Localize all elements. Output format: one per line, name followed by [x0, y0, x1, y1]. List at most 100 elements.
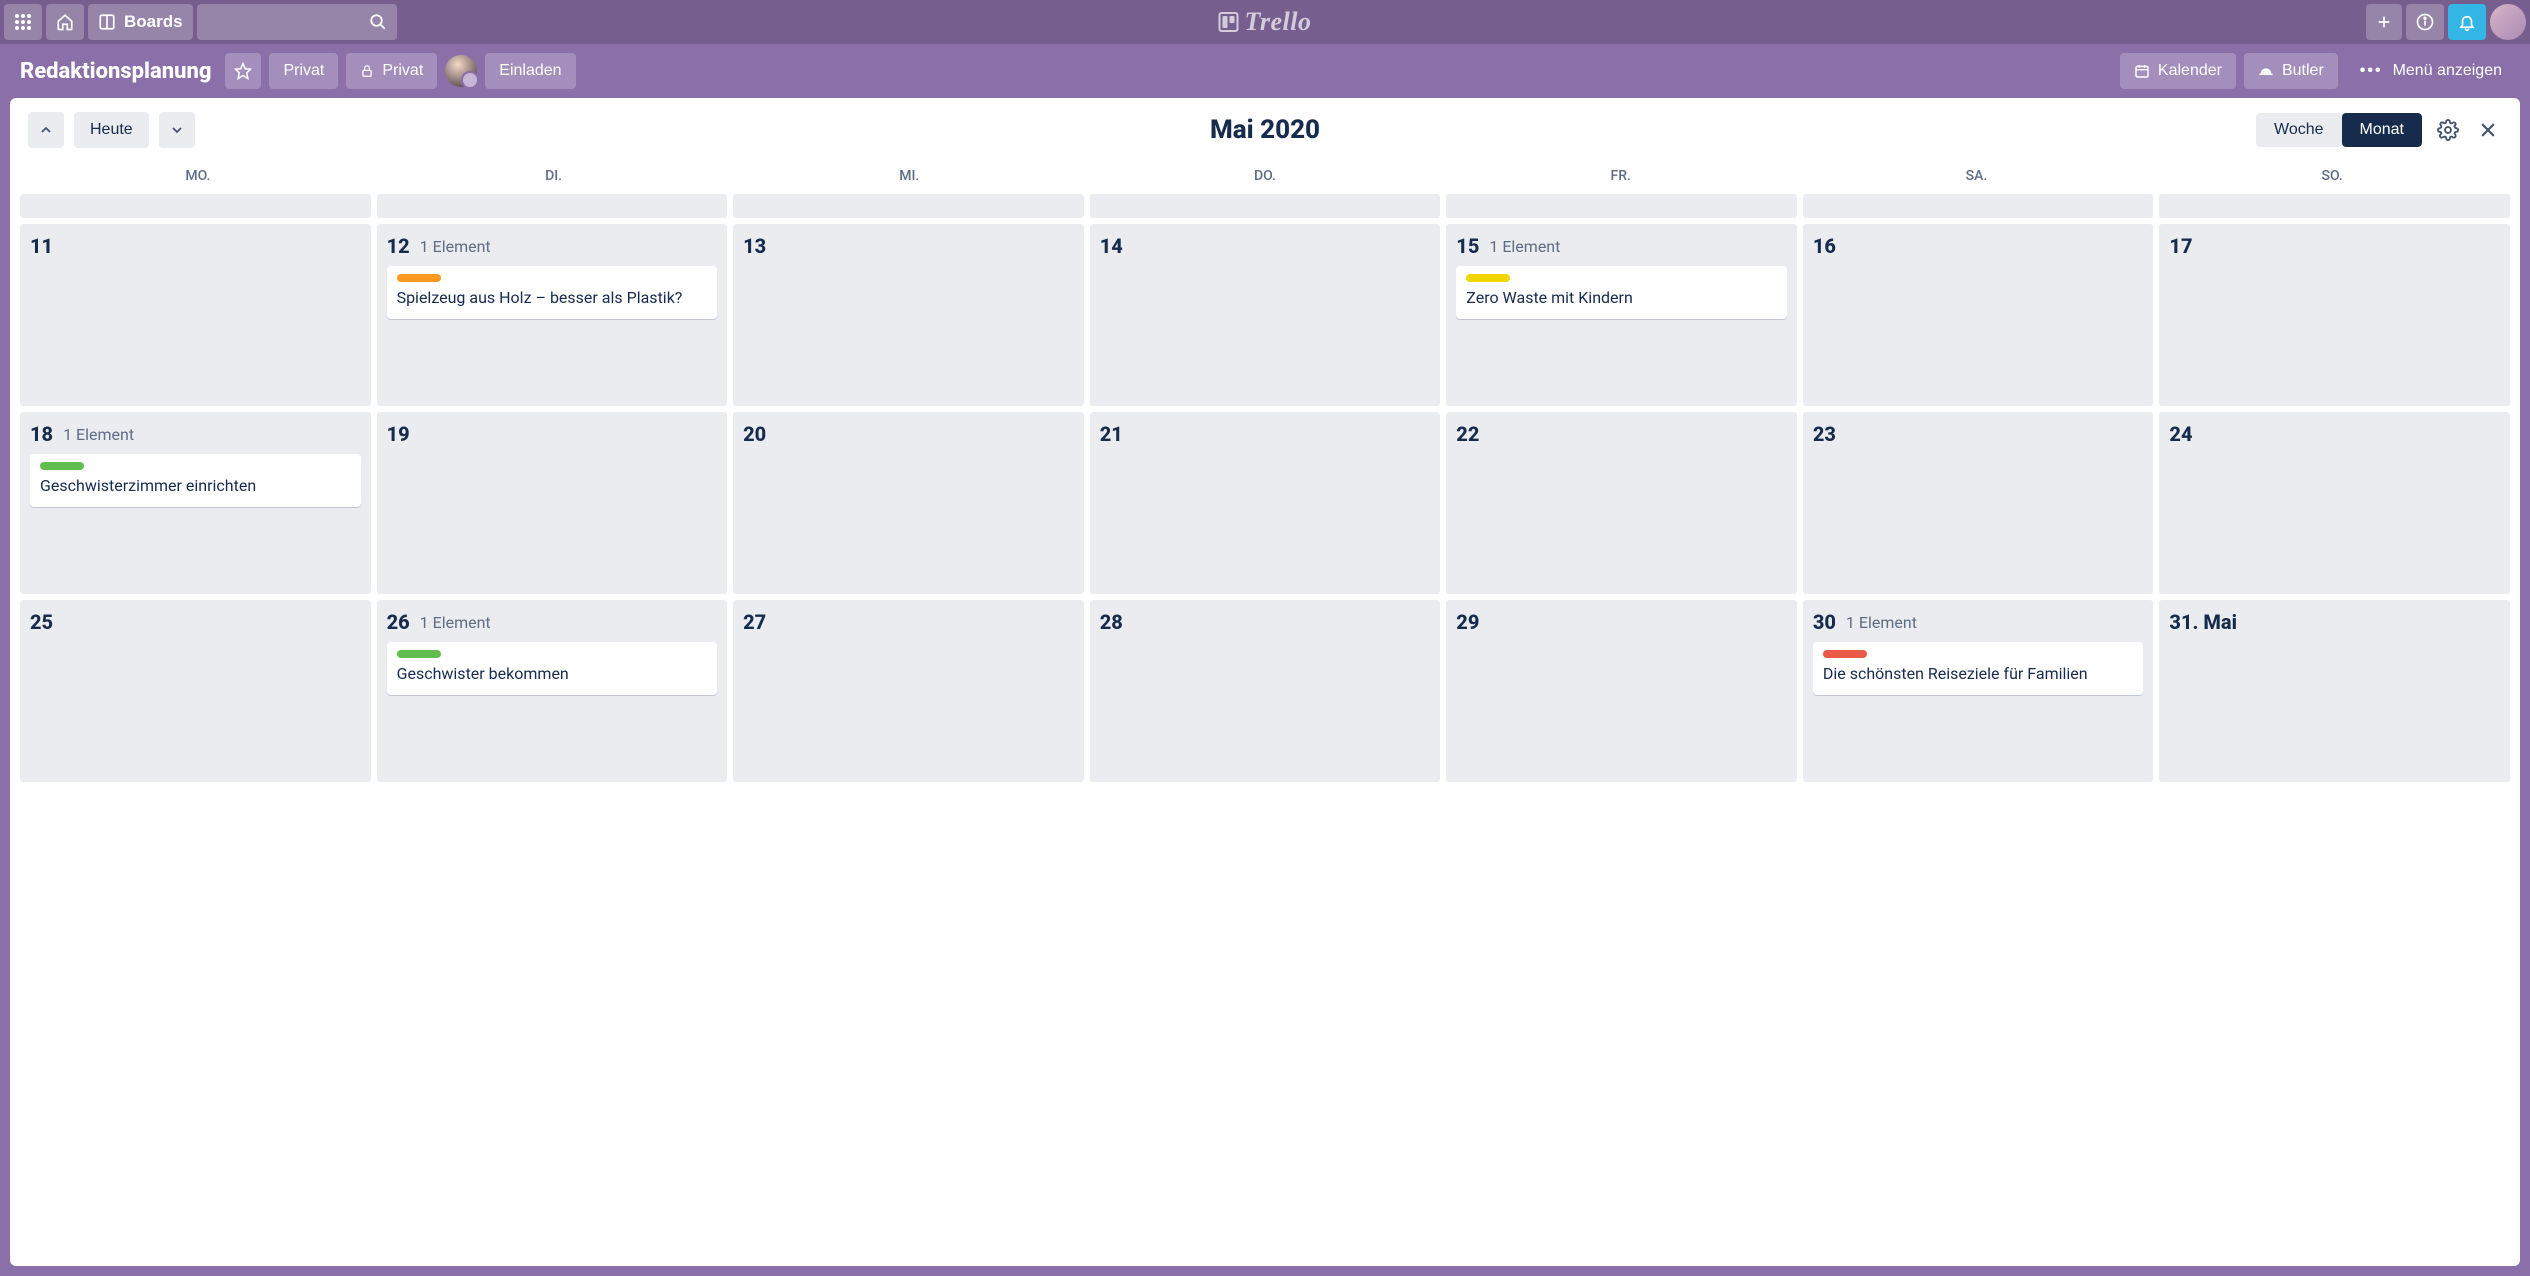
- card-label: [1823, 650, 1867, 658]
- month-view-button[interactable]: Monat: [2342, 113, 2422, 147]
- day-number: 26: [387, 610, 410, 634]
- day-number: 17: [2169, 234, 2192, 258]
- star-button[interactable]: [225, 53, 261, 89]
- close-calendar-button[interactable]: [2474, 116, 2502, 144]
- calendar-day-cell[interactable]: 16: [1803, 224, 2154, 406]
- calendar-day-cell[interactable]: 28: [1090, 600, 1441, 782]
- board-icon: [98, 13, 116, 31]
- team-visibility-button[interactable]: Privat: [269, 53, 338, 89]
- day-number: 16: [1813, 234, 1836, 258]
- calendar-day-cell[interactable]: [1090, 194, 1441, 218]
- day-number: 29: [1456, 610, 1479, 634]
- calendar-day-cell[interactable]: 22: [1446, 412, 1797, 594]
- calendar-powerup-button[interactable]: Kalender: [2120, 53, 2236, 89]
- day-number: 13: [743, 234, 766, 258]
- calendar-day-cell[interactable]: 29: [1446, 600, 1797, 782]
- calendar-day-cell[interactable]: [1446, 194, 1797, 218]
- weekday-header: DI.: [376, 162, 732, 190]
- card-label: [397, 274, 441, 282]
- card-title: Spielzeug aus Holz – besser als Plastik?: [397, 288, 708, 309]
- calendar-day-cell[interactable]: 13: [733, 224, 1084, 406]
- show-menu-button[interactable]: ••• Menü anzeigen: [2346, 53, 2516, 89]
- butler-button[interactable]: Butler: [2244, 53, 2338, 89]
- calendar-day-cell[interactable]: 27: [733, 600, 1084, 782]
- weekday-header: FR.: [1443, 162, 1799, 190]
- create-button[interactable]: [2366, 4, 2402, 40]
- day-number: 20: [743, 422, 766, 446]
- calendar-day-cell[interactable]: [733, 194, 1084, 218]
- plus-icon: [2376, 14, 2392, 30]
- butler-label: Butler: [2282, 62, 2324, 80]
- home-button[interactable]: [46, 4, 84, 40]
- privacy-label-1: Privat: [283, 62, 324, 80]
- day-cell-header: 29: [1456, 610, 1787, 634]
- calendar-day-cell[interactable]: [377, 194, 728, 218]
- day-number: 12: [387, 234, 410, 258]
- calendar-card[interactable]: Spielzeug aus Holz – besser als Plastik?: [387, 266, 718, 319]
- ellipsis-icon: •••: [2360, 62, 2383, 80]
- calendar-day-cell[interactable]: 11: [20, 224, 371, 406]
- calendar-day-cell[interactable]: 21: [1090, 412, 1441, 594]
- prev-button[interactable]: [28, 112, 64, 148]
- calendar-day-cell[interactable]: 151 ElementZero Waste mit Kindern: [1446, 224, 1797, 406]
- calendar-panel: Heute Mai 2020 Woche Monat: [10, 98, 2520, 1266]
- calendar-card[interactable]: Die schönsten Reiseziele für Familien: [1813, 642, 2144, 695]
- calendar-grid-scroll[interactable]: 11121 ElementSpielzeug aus Holz – besser…: [10, 194, 2520, 1266]
- board-title[interactable]: Redaktionsplanung: [14, 59, 217, 84]
- global-header: Boards Trello: [0, 0, 2530, 44]
- element-count: 1 Element: [63, 425, 134, 444]
- calendar-day-cell[interactable]: [1803, 194, 2154, 218]
- calendar-day-cell[interactable]: 25: [20, 600, 371, 782]
- board-visibility-button[interactable]: Privat: [346, 53, 437, 89]
- day-cell-header: 11: [30, 234, 361, 258]
- card-title: Geschwisterzimmer einrichten: [40, 476, 351, 497]
- today-button[interactable]: Heute: [74, 112, 149, 148]
- gear-icon: [2437, 119, 2459, 141]
- invite-button[interactable]: Einladen: [485, 53, 575, 89]
- star-icon: [234, 62, 252, 80]
- card-title: Die schönsten Reiseziele für Familien: [1823, 664, 2134, 685]
- day-number: 19: [387, 422, 410, 446]
- today-label: Heute: [90, 121, 133, 139]
- calendar-card[interactable]: Geschwister bekommen: [387, 642, 718, 695]
- settings-button[interactable]: [2434, 116, 2462, 144]
- calendar-day-cell[interactable]: [20, 194, 371, 218]
- month-label: Monat: [2360, 121, 2404, 138]
- day-cell-header: 24: [2169, 422, 2500, 446]
- day-cell-header: 13: [743, 234, 1074, 258]
- calendar-day-cell[interactable]: 14: [1090, 224, 1441, 406]
- calendar-day-cell[interactable]: [2159, 194, 2510, 218]
- calendar-day-cell[interactable]: 121 ElementSpielzeug aus Holz – besser a…: [377, 224, 728, 406]
- day-cell-header: 25: [30, 610, 361, 634]
- member-avatar[interactable]: [445, 55, 477, 87]
- element-count: 1 Element: [1489, 237, 1560, 256]
- next-button[interactable]: [159, 112, 195, 148]
- card-title: Zero Waste mit Kindern: [1466, 288, 1777, 309]
- calendar-day-cell[interactable]: 301 ElementDie schönsten Reiseziele für …: [1803, 600, 2154, 782]
- weekday-header: MO.: [20, 162, 376, 190]
- info-icon: [2416, 13, 2434, 31]
- calendar-card[interactable]: Geschwisterzimmer einrichten: [30, 454, 361, 507]
- apps-button[interactable]: [4, 4, 42, 40]
- calendar-day-cell[interactable]: 20: [733, 412, 1084, 594]
- calendar-card[interactable]: Zero Waste mit Kindern: [1456, 266, 1787, 319]
- week-view-button[interactable]: Woche: [2256, 113, 2342, 147]
- calendar-day-cell[interactable]: 181 ElementGeschwisterzimmer einrichten: [20, 412, 371, 594]
- calendar-day-cell[interactable]: 19: [377, 412, 728, 594]
- search-input[interactable]: [197, 4, 397, 40]
- calendar-day-cell[interactable]: 31. Mai: [2159, 600, 2510, 782]
- card-label: [397, 650, 441, 658]
- info-button[interactable]: [2406, 4, 2444, 40]
- calendar-day-cell[interactable]: 23: [1803, 412, 2154, 594]
- boards-button[interactable]: Boards: [88, 4, 193, 40]
- notifications-button[interactable]: [2448, 4, 2486, 40]
- calendar-day-cell[interactable]: 261 Element Geschwister bekommen: [377, 600, 728, 782]
- privacy-label-2: Privat: [382, 62, 423, 80]
- day-number: 11: [30, 234, 53, 258]
- calendar-day-cell[interactable]: 17: [2159, 224, 2510, 406]
- calendar-day-cell[interactable]: 24: [2159, 412, 2510, 594]
- view-toggle: Woche Monat: [2256, 113, 2422, 147]
- day-cell-header: 261 Element: [387, 610, 718, 634]
- apps-icon: [14, 13, 32, 31]
- user-avatar[interactable]: [2490, 4, 2526, 40]
